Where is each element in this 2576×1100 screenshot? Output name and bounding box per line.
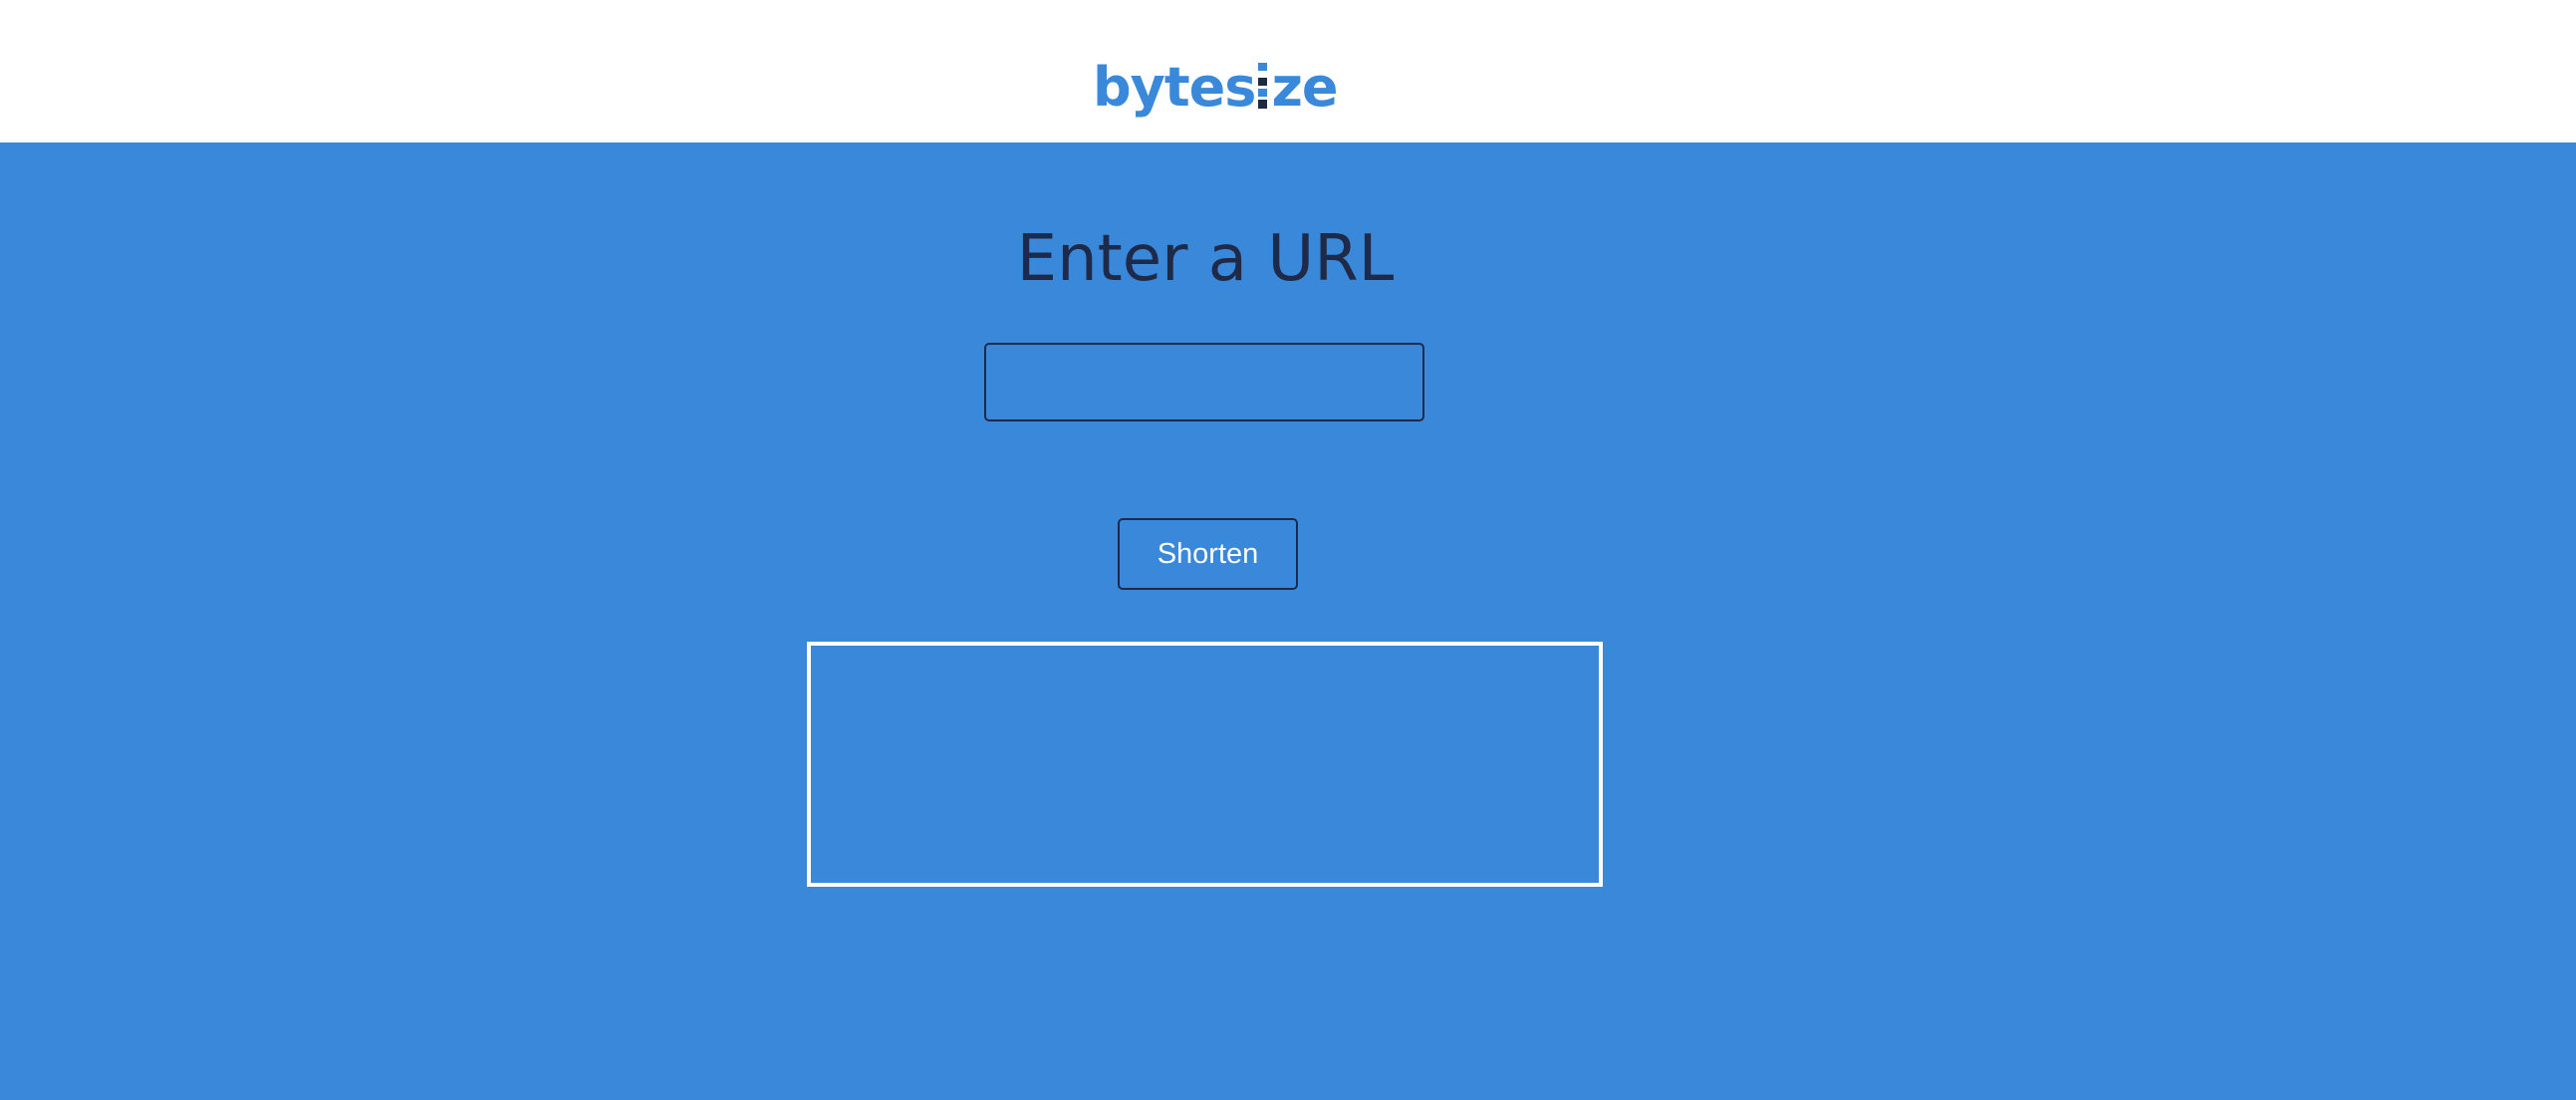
result-box (807, 642, 1603, 887)
page-title: Enter a URL (1016, 222, 1395, 296)
logo-i-mark (1255, 48, 1271, 128)
logo-text-start: bytes (1093, 56, 1256, 119)
url-input[interactable] (984, 343, 1424, 421)
header-bar: bytes ze (0, 0, 2576, 142)
page: bytes ze Enter a URL Shorten (0, 0, 2576, 1100)
logo-text-end: ze (1271, 56, 1338, 119)
shorten-button[interactable]: Shorten (1118, 518, 1298, 590)
bytesize-logo[interactable]: bytes ze (1093, 48, 1339, 128)
